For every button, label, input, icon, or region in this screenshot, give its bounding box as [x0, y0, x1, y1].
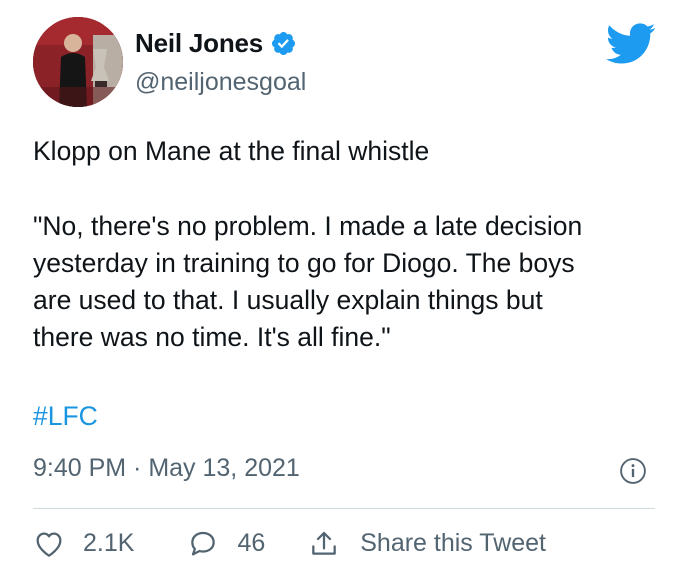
share-icon	[312, 531, 337, 555]
share-label: Share this Tweet	[360, 528, 547, 557]
info-icon[interactable]	[619, 457, 647, 485]
reply-bubble-icon	[191, 531, 216, 556]
author-handle[interactable]: @neiljonesgoal	[135, 68, 306, 97]
share-button[interactable]: Share this Tweet	[308, 528, 546, 558]
avatar[interactable]	[33, 17, 123, 107]
tweet-quote: "No, there's no problem. I made a late d…	[33, 208, 653, 356]
avatar-photo	[33, 17, 123, 107]
verified-badge-icon	[272, 31, 296, 56]
quote-line: there was no time. It's all fine."	[33, 322, 391, 352]
author-name[interactable]: Neil Jones	[135, 28, 263, 59]
tweet-card: Neil Jones @neiljonesgoal Klopp on Mane …	[0, 0, 693, 570]
reply-button[interactable]: 46	[187, 528, 265, 558]
twitter-bird-icon[interactable]	[606, 23, 656, 65]
action-bar: 2.1K 46 Share this Tweet	[33, 528, 546, 558]
tweet-text-intro: Klopp on Mane at the final whistle	[33, 136, 430, 166]
quote-line: yesterday in training to go for Diogo. T…	[33, 248, 575, 278]
hashtag-link[interactable]: #LFC	[33, 398, 98, 435]
like-button[interactable]: 2.1K	[33, 528, 134, 558]
author-row: Neil Jones	[135, 28, 297, 59]
divider	[33, 508, 655, 509]
heart-icon	[36, 532, 62, 557]
like-count: 2.1K	[83, 528, 135, 557]
tweet-timestamp[interactable]: 9:40 PM · May 13, 2021	[33, 450, 300, 487]
reply-count: 46	[237, 528, 266, 557]
quote-line: "No, there's no problem. I made a late d…	[33, 211, 583, 241]
quote-line: are used to that. I usually explain thin…	[33, 285, 543, 315]
